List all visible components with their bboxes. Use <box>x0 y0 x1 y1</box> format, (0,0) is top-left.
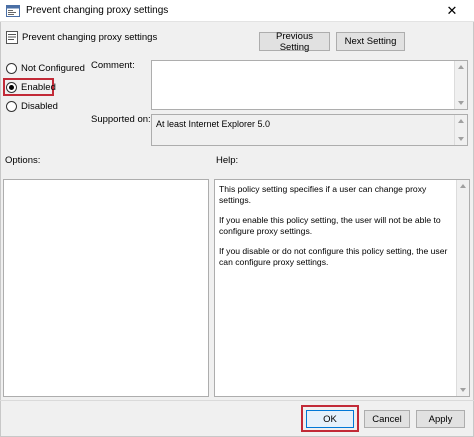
options-label: Options: <box>5 155 41 166</box>
radio-disabled[interactable]: Disabled <box>6 101 58 112</box>
help-paragraph: This policy setting specifies if a user … <box>219 184 427 205</box>
supported-on-field: At least Internet Explorer 5.0 <box>151 114 468 146</box>
radio-enabled-circle[interactable] <box>6 82 17 93</box>
policy-setting-icon <box>6 31 18 44</box>
radio-not-configured[interactable]: Not Configured <box>6 63 85 74</box>
apply-button[interactable]: Apply <box>416 410 465 428</box>
window-title: Prevent changing proxy settings <box>26 5 169 16</box>
close-icon: ✕ <box>446 3 458 18</box>
comment-label: Comment: <box>91 60 135 71</box>
supported-on-label: Supported on: <box>91 114 151 125</box>
radio-enabled-label: Enabled <box>21 82 56 93</box>
radio-not-configured-circle[interactable] <box>6 63 17 74</box>
radio-enabled[interactable]: Enabled <box>6 82 56 93</box>
scroll-up-icon[interactable] <box>458 119 464 123</box>
help-scrollbar[interactable] <box>456 180 469 396</box>
ok-button[interactable]: OK <box>306 410 354 428</box>
next-setting-button[interactable]: Next Setting <box>336 32 405 51</box>
scroll-down-icon[interactable] <box>460 388 466 392</box>
policy-window-icon <box>6 5 20 17</box>
supported-on-scrollbar[interactable] <box>454 115 467 145</box>
radio-disabled-circle[interactable] <box>6 101 17 112</box>
help-panel: This policy setting specifies if a user … <box>214 179 470 397</box>
supported-on-value: At least Internet Explorer 5.0 <box>156 119 271 129</box>
footer-divider <box>0 400 474 401</box>
radio-not-configured-label: Not Configured <box>21 63 85 74</box>
radio-disabled-label: Disabled <box>21 101 58 112</box>
help-paragraph: If you enable this policy setting, the u… <box>219 215 441 236</box>
help-paragraph: If you disable or do not configure this … <box>219 246 448 267</box>
comment-field[interactable] <box>151 60 468 110</box>
scroll-up-icon[interactable] <box>460 184 466 188</box>
scroll-down-icon[interactable] <box>458 137 464 141</box>
scroll-up-icon[interactable] <box>458 65 464 69</box>
comment-scrollbar[interactable] <box>454 61 467 109</box>
help-text: This policy setting specifies if a user … <box>219 184 453 277</box>
previous-setting-button[interactable]: Previous Setting <box>259 31 330 53</box>
options-panel <box>3 179 209 397</box>
policy-title: Prevent changing proxy settings <box>22 32 158 43</box>
close-button[interactable]: ✕ <box>430 0 474 22</box>
cancel-button[interactable]: Cancel <box>364 410 410 428</box>
help-label: Help: <box>216 155 239 166</box>
title-bar: Prevent changing proxy settings ✕ <box>0 0 474 22</box>
scroll-down-icon[interactable] <box>458 101 464 105</box>
